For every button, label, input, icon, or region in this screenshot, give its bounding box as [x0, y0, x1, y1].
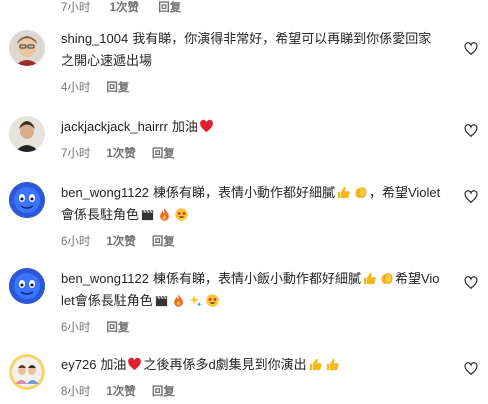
thumbs-up-emoji-icon	[363, 272, 376, 285]
comment-username[interactable]: ben_wong1122	[61, 185, 149, 200]
comment-time: 6小时	[61, 322, 91, 334]
reply-button[interactable]: 回复	[152, 236, 175, 248]
comment-time: 8小时	[61, 386, 91, 398]
clapper-board-emoji-icon	[155, 295, 167, 307]
comment-time: 6小时	[61, 236, 91, 248]
reply-button[interactable]: 回复	[152, 148, 175, 160]
reply-button[interactable]: 回复	[106, 82, 129, 94]
like-heart-icon[interactable]	[464, 190, 478, 204]
comment-text: shing_1004 我有睇，你演得非常好，希望可以再睇到你係愛回家之開心速遞出場	[61, 31, 432, 68]
comment-meta: 4小时 回复	[61, 79, 441, 95]
avatar[interactable]	[9, 268, 45, 304]
comment-username[interactable]: ben_wong1122	[61, 271, 149, 286]
thumbs-up-emoji-icon	[309, 358, 322, 371]
star-struck-emoji-icon	[205, 294, 219, 307]
sparkles-emoji-icon	[188, 294, 202, 307]
fire-emoji-icon	[173, 294, 183, 307]
star-struck-emoji-icon	[175, 208, 188, 221]
reply-button[interactable]: 回复	[106, 322, 129, 334]
avatar[interactable]	[9, 30, 45, 66]
like-heart-icon[interactable]	[464, 276, 478, 290]
thumbs-up-emoji-icon	[326, 358, 339, 371]
comment-username[interactable]: ey726	[61, 357, 96, 372]
clapping-hands-emoji-icon	[381, 273, 393, 285]
comment-text: ben_wong1122 棟係有睇，表情小動作都好細膩 ，希望Violet會係長駐角…	[61, 185, 441, 222]
comment-text: jackjackjack_hairrr 加油	[61, 116, 441, 138]
likes-count[interactable]: 1次赞	[106, 236, 135, 248]
avatar[interactable]	[9, 116, 45, 152]
comment-meta: 6小时 1次赞 回复	[61, 233, 441, 249]
comment-text: ey726 加油 之後再係多d劇集見到你演出	[61, 354, 441, 376]
like-heart-icon[interactable]	[464, 124, 478, 138]
likes-count[interactable]: 1次赞	[106, 148, 135, 160]
comment-meta: 8小时 1次赞 回复	[61, 383, 441, 399]
clapper-board-emoji-icon	[141, 209, 154, 221]
comment-time: 4小时	[61, 82, 91, 94]
like-heart-icon[interactable]	[464, 42, 478, 56]
comment-meta: 7小时 1次赞 回复	[61, 145, 441, 161]
like-heart-icon[interactable]	[464, 362, 478, 376]
comment-meta: 6小时 回复	[61, 319, 441, 335]
avatar[interactable]	[9, 354, 45, 390]
comment-text: ben_wong1122 棟係有睇，表情小飯小動作都好細膩 希望Violet會係長駐…	[61, 271, 440, 308]
fire-emoji-icon	[160, 208, 169, 221]
comment-username[interactable]: shing_1004	[61, 31, 128, 46]
comment-time: 7小时	[61, 148, 91, 160]
thumbs-up-emoji-icon	[337, 186, 350, 199]
comment-username[interactable]: jackjackjack_hairrr	[61, 119, 168, 134]
comment-meta-hidden: 7小时 1次赞 回复	[61, 2, 182, 14]
likes-count[interactable]: 1次赞	[106, 386, 135, 398]
clapping-hands-emoji-icon	[355, 187, 367, 199]
red-heart-emoji-icon	[128, 357, 142, 371]
reply-button[interactable]: 回复	[152, 386, 175, 398]
avatar[interactable]	[9, 182, 45, 218]
red-heart-emoji-icon	[200, 119, 213, 133]
